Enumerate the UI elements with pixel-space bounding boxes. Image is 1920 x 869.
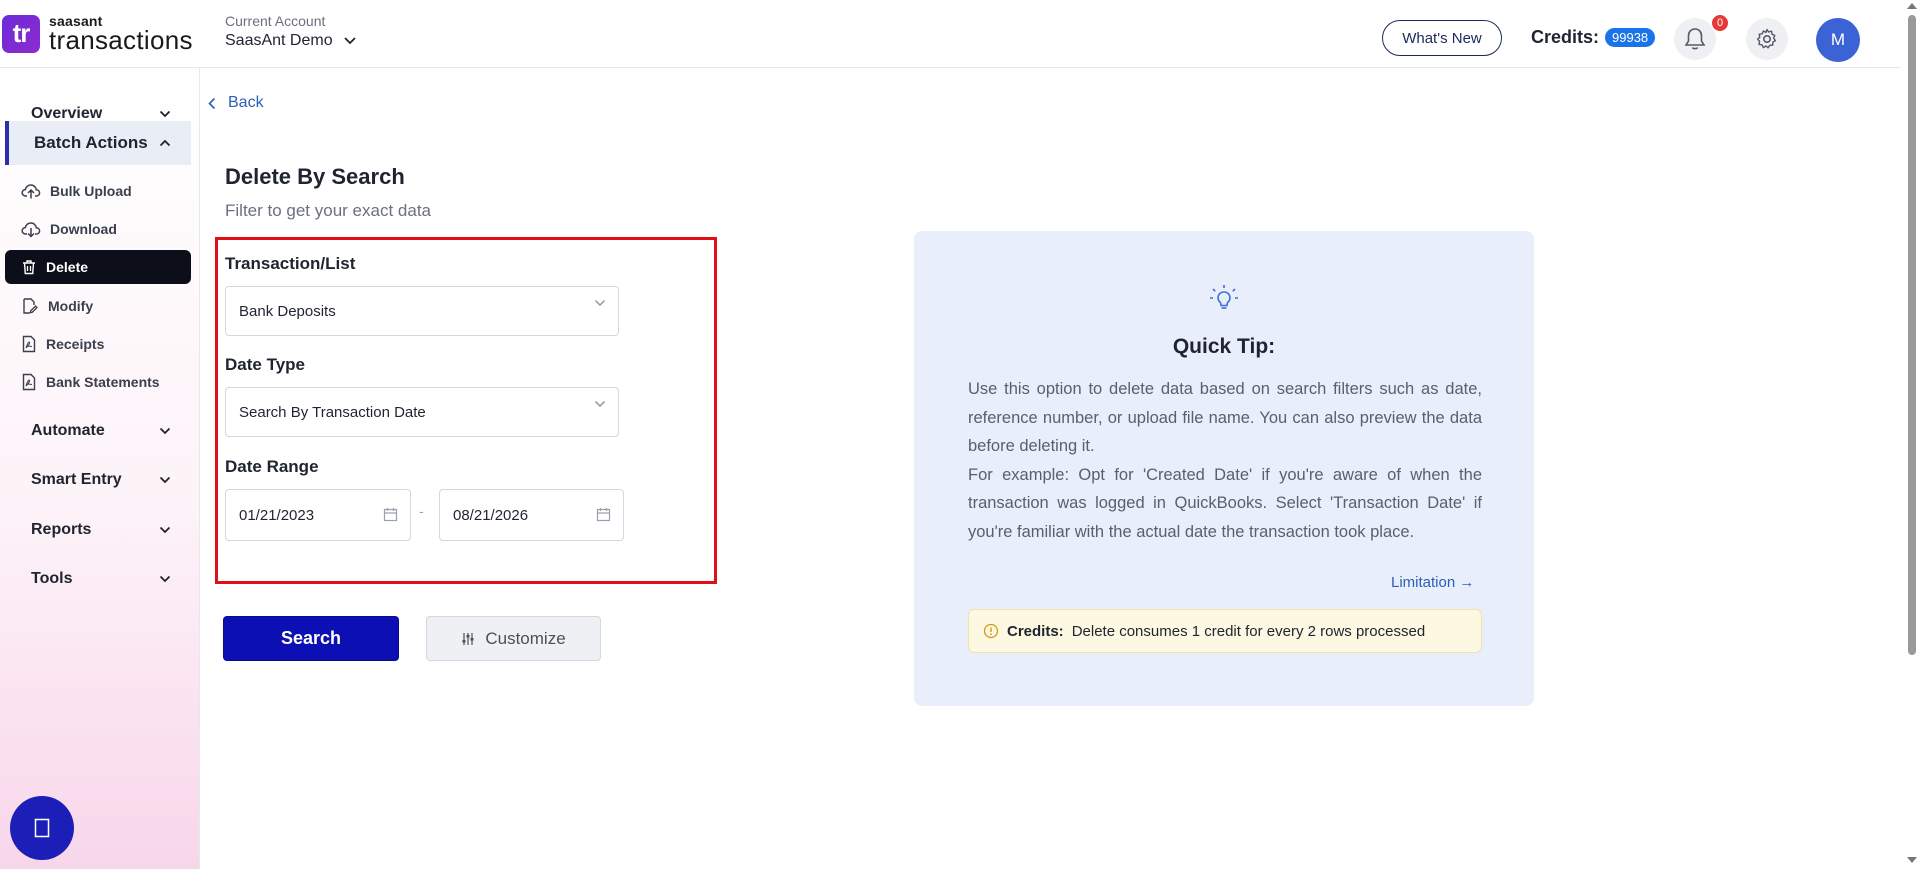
- sidebar-item-download[interactable]: Download: [5, 212, 191, 246]
- quick-tip-body: Use this option to delete data based on …: [968, 375, 1482, 546]
- chat-support-button[interactable]: [10, 796, 74, 860]
- calendar-icon: [596, 508, 611, 522]
- credits-note-label: Credits:: [1007, 622, 1064, 640]
- back-label: Back: [228, 94, 264, 111]
- credits-badge: 99938: [1605, 28, 1656, 47]
- info-icon: [983, 623, 999, 639]
- date-range-separator: -: [419, 503, 424, 519]
- sidebar-section-automate[interactable]: Automate: [5, 410, 191, 452]
- page-title: Delete By Search: [225, 164, 405, 189]
- chevron-down-icon: [343, 37, 356, 45]
- transaction-list-value: Bank Deposits: [239, 302, 336, 320]
- customize-label: Customize: [485, 628, 566, 648]
- calendar-icon: [383, 508, 398, 522]
- back-link[interactable]: Back: [208, 94, 264, 112]
- lightbulb-icon: [1210, 285, 1238, 309]
- date-range-label: Date Range: [225, 457, 319, 476]
- sidebar-section-tools[interactable]: Tools: [5, 558, 191, 600]
- date-to-value: 08/21/2026: [453, 506, 529, 524]
- notification-count-badge: 0: [1712, 15, 1728, 31]
- sidebar-item-label: Modify: [48, 298, 94, 314]
- scroll-down-arrow-icon[interactable]: [1907, 857, 1917, 863]
- search-button[interactable]: Search: [223, 616, 399, 661]
- account-name: SaasAnt Demo: [225, 32, 333, 49]
- date-type-label: Date Type: [225, 355, 305, 374]
- edit-document-icon: [23, 298, 38, 314]
- sidebar-section-label: Automate: [31, 422, 105, 439]
- chat-icon: [34, 818, 50, 838]
- sidebar-item-label: Receipts: [46, 336, 105, 352]
- sidebar-item-bank-statements[interactable]: Bank Statements: [5, 365, 191, 399]
- page-subtitle: Filter to get your exact data: [225, 201, 431, 220]
- bell-icon: [1684, 28, 1706, 50]
- chevron-down-icon: [159, 476, 171, 484]
- credits-note-text: Delete consumes 1 credit for every 2 row…: [1071, 622, 1426, 640]
- whats-new-button[interactable]: What's New: [1382, 20, 1502, 56]
- credits-info-note: Credits: Delete consumes 1 credit for ev…: [968, 609, 1482, 653]
- sidebar-section-reports[interactable]: Reports: [5, 509, 191, 551]
- sidebar-item-modify[interactable]: Modify: [5, 289, 191, 323]
- chevron-left-icon: [208, 97, 216, 109]
- chevron-down-icon: [159, 110, 171, 118]
- chevron-down-icon: [159, 575, 171, 583]
- date-type-value: Search By Transaction Date: [239, 403, 426, 421]
- chevron-up-icon: [159, 139, 171, 147]
- sidebar-item-label: Download: [50, 221, 117, 237]
- chevron-down-icon: [595, 401, 605, 407]
- vertical-scrollbar[interactable]: [1903, 0, 1920, 869]
- chevron-down-icon: [595, 300, 605, 306]
- sliders-icon: [462, 632, 474, 645]
- logo-big-text: transactions: [49, 25, 193, 55]
- account-caption: Current Account: [225, 13, 326, 29]
- sidebar-section-smart-entry[interactable]: Smart Entry: [5, 459, 191, 501]
- sidebar-item-delete[interactable]: Delete: [5, 250, 191, 284]
- date-to-input[interactable]: 08/21/2026: [439, 489, 624, 541]
- user-avatar[interactable]: M: [1816, 18, 1860, 62]
- sidebar-item-label: Bank Statements: [46, 374, 160, 390]
- scroll-up-arrow-icon[interactable]: [1907, 3, 1917, 9]
- gear-icon: [1756, 28, 1777, 49]
- credits-label: Credits:: [1531, 27, 1600, 47]
- quick-tip-title: Quick Tip:: [1172, 335, 1276, 358]
- sidebar: Overview Batch Actions Bulk Upload Downl…: [0, 68, 200, 869]
- scroll-thumb[interactable]: [1908, 15, 1916, 655]
- sidebar-item-receipts[interactable]: Receipts: [5, 327, 191, 361]
- sidebar-item-label: Delete: [46, 259, 89, 275]
- logo-mark: tr: [2, 14, 40, 53]
- transaction-list-label: Transaction/List: [225, 254, 356, 273]
- account-switcher[interactable]: Current Account SaasAnt Demo: [225, 13, 357, 50]
- date-from-input[interactable]: 01/21/2023: [225, 489, 411, 541]
- settings-button[interactable]: [1746, 18, 1788, 60]
- transaction-list-select[interactable]: Bank Deposits: [225, 286, 619, 336]
- date-from-value: 01/21/2023: [239, 506, 315, 524]
- sidebar-item-bulk-upload[interactable]: Bulk Upload: [5, 174, 191, 208]
- quick-tip-paragraph: For example: Opt for 'Created Date' if y…: [968, 465, 1482, 541]
- app-logo[interactable]: tr saasant transactions: [2, 14, 193, 53]
- notifications-button[interactable]: [1674, 18, 1716, 60]
- top-header: tr saasant transactions Current Account …: [0, 0, 1900, 68]
- sidebar-section-batch-actions[interactable]: Batch Actions: [5, 121, 191, 165]
- quick-tip-card: Quick Tip: Use this option to delete dat…: [914, 231, 1534, 706]
- pdf-document-icon: [22, 335, 36, 353]
- cloud-upload-icon: [21, 184, 41, 199]
- cloud-download-icon: [21, 222, 41, 238]
- credits-display: Credits: 99938: [1531, 27, 1656, 48]
- chevron-down-icon: [159, 526, 171, 534]
- customize-button[interactable]: Customize: [426, 616, 601, 661]
- sidebar-section-label: Tools: [31, 570, 73, 587]
- date-type-select[interactable]: Search By Transaction Date: [225, 387, 619, 437]
- sidebar-section-label: Batch Actions: [34, 133, 148, 152]
- pdf-document-icon: [22, 373, 36, 391]
- quick-tip-paragraph: Use this option to delete data based on …: [968, 380, 1482, 455]
- trash-icon: [23, 260, 35, 275]
- limitation-link[interactable]: Limitation →: [1391, 574, 1474, 591]
- sidebar-section-label: Reports: [31, 521, 92, 538]
- sidebar-item-label: Bulk Upload: [50, 183, 132, 199]
- sidebar-section-label: Smart Entry: [31, 471, 122, 488]
- chevron-down-icon: [159, 427, 171, 435]
